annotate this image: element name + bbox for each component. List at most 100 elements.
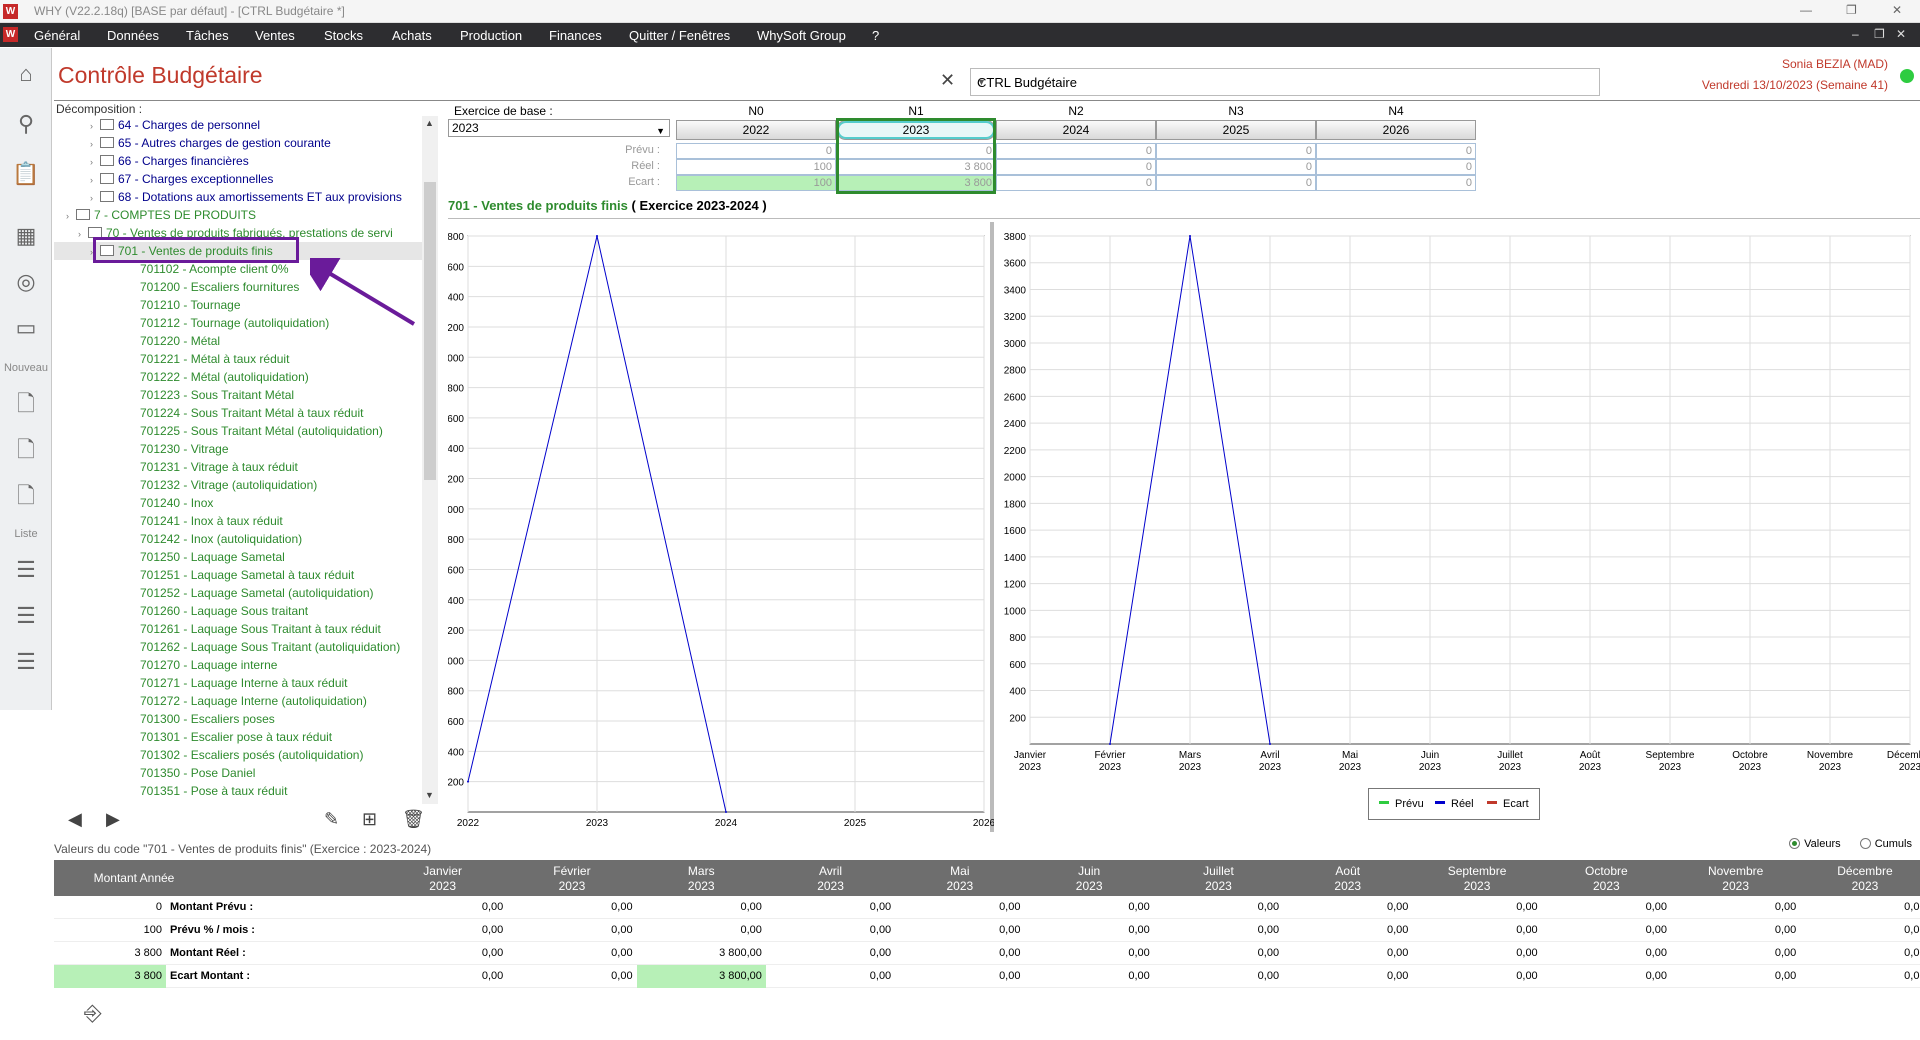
clipboard-icon[interactable]: 📋 bbox=[8, 156, 44, 192]
new-document-d-icon[interactable]: 🗋 bbox=[8, 386, 44, 422]
tree-item[interactable]: 701230 - Vitrage bbox=[54, 440, 422, 458]
tree-item[interactable]: › 7 - COMPTES DE PRODUITS bbox=[54, 206, 422, 224]
y-tick-label: 1800 bbox=[1004, 499, 1027, 510]
tree-item[interactable]: › 65 - Autres charges de gestion courante bbox=[54, 134, 422, 152]
row-value: 0,00 bbox=[999, 901, 1021, 913]
tree-item[interactable]: 701221 - Métal à taux réduit bbox=[54, 350, 422, 368]
expander-icon[interactable]: › bbox=[90, 153, 100, 171]
edit-icon[interactable]: ✎ bbox=[324, 809, 339, 830]
menu-taches[interactable]: Tâches bbox=[186, 28, 229, 43]
tree-item[interactable]: 701350 - Pose Daniel bbox=[54, 764, 422, 782]
scroll-down-icon[interactable]: ▼ bbox=[425, 790, 434, 800]
year-button[interactable]: 2024 bbox=[996, 120, 1156, 140]
tree-item-label: 701252 - Laquage Sametal (autoliquidatio… bbox=[140, 586, 374, 600]
list-c-icon[interactable]: ☰ bbox=[8, 644, 44, 680]
menu-quitter[interactable]: Quitter / Fenêtres bbox=[629, 28, 730, 43]
mdi-restore-icon[interactable]: ❐ bbox=[1874, 27, 1885, 41]
tree-item[interactable]: 701220 - Métal bbox=[54, 332, 422, 350]
mdi-close-icon[interactable]: ✕ bbox=[1896, 27, 1906, 41]
row-label: Montant Réel : bbox=[170, 947, 246, 959]
globe-icon[interactable]: ◎ bbox=[8, 264, 44, 300]
tree-item[interactable]: 701351 - Pose à taux réduit bbox=[54, 782, 422, 800]
menu-ventes[interactable]: Ventes bbox=[255, 28, 295, 43]
mdi-minimize-icon[interactable]: – bbox=[1852, 27, 1859, 41]
tree-item-label: 701262 - Laquage Sous Traitant (autoliqu… bbox=[140, 640, 401, 654]
month-year: 2023 bbox=[687, 879, 715, 893]
exercice-chevron-down-icon[interactable]: ▼ bbox=[656, 123, 665, 139]
calculator-icon[interactable]: ▦ bbox=[8, 218, 44, 254]
add-icon[interactable]: ⊞ bbox=[362, 809, 377, 830]
tree-item[interactable]: 701224 - Sous Traitant Métal à taux rédu… bbox=[54, 404, 422, 422]
year-button[interactable]: 2022 bbox=[676, 120, 836, 140]
tree-item[interactable]: 701223 - Sous Traitant Métal bbox=[54, 386, 422, 404]
scroll-thumb[interactable] bbox=[424, 182, 436, 480]
menu-help[interactable]: ? bbox=[872, 28, 879, 43]
tree-item[interactable]: › 64 - Charges de personnel bbox=[54, 116, 422, 134]
tree-item[interactable]: 701270 - Laquage interne bbox=[54, 656, 422, 674]
radio-cumuls[interactable] bbox=[1859, 838, 1871, 849]
search-icon[interactable]: ⚲ bbox=[8, 106, 44, 142]
tree-scrollbar[interactable]: ▲ ▼ bbox=[422, 116, 438, 804]
tree-item[interactable]: 701231 - Vitrage à taux réduit bbox=[54, 458, 422, 476]
menu-general[interactable]: Général bbox=[34, 28, 80, 43]
tree-item[interactable]: 701301 - Escalier pose à taux réduit bbox=[54, 728, 422, 746]
expander-icon[interactable]: › bbox=[90, 117, 100, 135]
exercice-select[interactable]: 2023 ▼ bbox=[448, 119, 670, 137]
expander-icon[interactable]: › bbox=[90, 171, 100, 189]
tree-item[interactable]: 701241 - Inox à taux réduit bbox=[54, 512, 422, 530]
home-icon[interactable]: ⌂ bbox=[8, 56, 44, 92]
tree-item[interactable]: › 68 - Dotations aux amortissements ET au… bbox=[54, 188, 422, 206]
list-d-icon[interactable]: ☰ bbox=[8, 552, 44, 588]
tree-item[interactable]: › 66 - Charges financières bbox=[54, 152, 422, 170]
expander-icon[interactable]: › bbox=[66, 207, 76, 225]
budget-combo[interactable]: CTRL Budgétaire ▼ bbox=[970, 68, 1600, 96]
row-value: 0,00 bbox=[481, 947, 504, 959]
minimize-icon[interactable]: — bbox=[1800, 3, 1812, 17]
next-icon[interactable]: ▶ bbox=[106, 809, 120, 830]
menu-stocks[interactable]: Stocks bbox=[324, 28, 363, 43]
tree-item[interactable]: 701302 - Escaliers posés (autoliquidatio… bbox=[54, 746, 422, 764]
clear-icon[interactable]: ✕ bbox=[940, 70, 955, 91]
new-document-a-icon[interactable]: 🗋 bbox=[8, 432, 44, 468]
close-window-icon[interactable]: ✕ bbox=[1892, 3, 1902, 17]
expander-icon[interactable]: › bbox=[90, 135, 100, 153]
month-name: Septembre bbox=[1447, 864, 1507, 878]
tree-item[interactable]: 701240 - Inox bbox=[54, 494, 422, 512]
tree-item[interactable]: 701242 - Inox (autoliquidation) bbox=[54, 530, 422, 548]
table-row: 3 800 Ecart Montant :0,00 0,00 3 800,00 0,00… bbox=[54, 965, 1920, 988]
menu-production[interactable]: Production bbox=[460, 28, 522, 43]
new-document-c-icon[interactable]: 🗋 bbox=[8, 478, 44, 514]
month-year: 2023 bbox=[1075, 879, 1103, 893]
chevron-down-icon[interactable]: ▼ bbox=[977, 77, 1593, 87]
tree-item[interactable]: 701225 - Sous Traitant Métal (autoliquid… bbox=[54, 422, 422, 440]
list-a-icon[interactable]: ☰ bbox=[8, 598, 44, 634]
tree-item[interactable]: 701232 - Vitrage (autoliquidation) bbox=[54, 476, 422, 494]
tree-item[interactable]: 701300 - Escaliers poses bbox=[54, 710, 422, 728]
tree-item[interactable]: 701272 - Laquage Interne (autoliquidatio… bbox=[54, 692, 422, 710]
tree-item[interactable]: 701252 - Laquage Sametal (autoliquidatio… bbox=[54, 584, 422, 602]
tree-item[interactable]: 701251 - Laquage Sametal à taux réduit bbox=[54, 566, 422, 584]
tree-item[interactable]: 701222 - Métal (autoliquidation) bbox=[54, 368, 422, 386]
menu-donnees[interactable]: Données bbox=[107, 28, 159, 43]
menu-whysoft[interactable]: WhySoft Group bbox=[757, 28, 846, 43]
scroll-up-icon[interactable]: ▲ bbox=[425, 118, 434, 128]
menu-achats[interactable]: Achats bbox=[392, 28, 432, 43]
tree-item[interactable]: › 67 - Charges exceptionnelles bbox=[54, 170, 422, 188]
tree-item[interactable]: 701260 - Laquage Sous traitant bbox=[54, 602, 422, 620]
previous-icon[interactable]: ◀ bbox=[68, 809, 82, 830]
exit-icon[interactable]: ⎆ bbox=[84, 1000, 102, 1026]
tree-item[interactable]: 701271 - Laquage Interne à taux réduit bbox=[54, 674, 422, 692]
expander-icon[interactable]: › bbox=[78, 225, 88, 243]
restore-icon[interactable]: ❐ bbox=[1846, 3, 1857, 17]
year-button[interactable]: 2025 bbox=[1156, 120, 1316, 140]
tree-item[interactable]: 701261 - Laquage Sous Traitant à taux ré… bbox=[54, 620, 422, 638]
tree-item[interactable]: 701250 - Laquage Sametal bbox=[54, 548, 422, 566]
tree-item[interactable]: 701262 - Laquage Sous Traitant (autoliqu… bbox=[54, 638, 422, 656]
x-tick-label: Novembre bbox=[1807, 750, 1854, 761]
menu-finances[interactable]: Finances bbox=[549, 28, 602, 43]
expander-icon[interactable]: › bbox=[90, 189, 100, 207]
delete-icon[interactable]: 🗑 bbox=[402, 809, 425, 830]
folder-icon[interactable]: ▭ bbox=[8, 310, 44, 346]
radio-valeurs[interactable] bbox=[1789, 838, 1801, 849]
year-button[interactable]: 2026 bbox=[1316, 120, 1476, 140]
